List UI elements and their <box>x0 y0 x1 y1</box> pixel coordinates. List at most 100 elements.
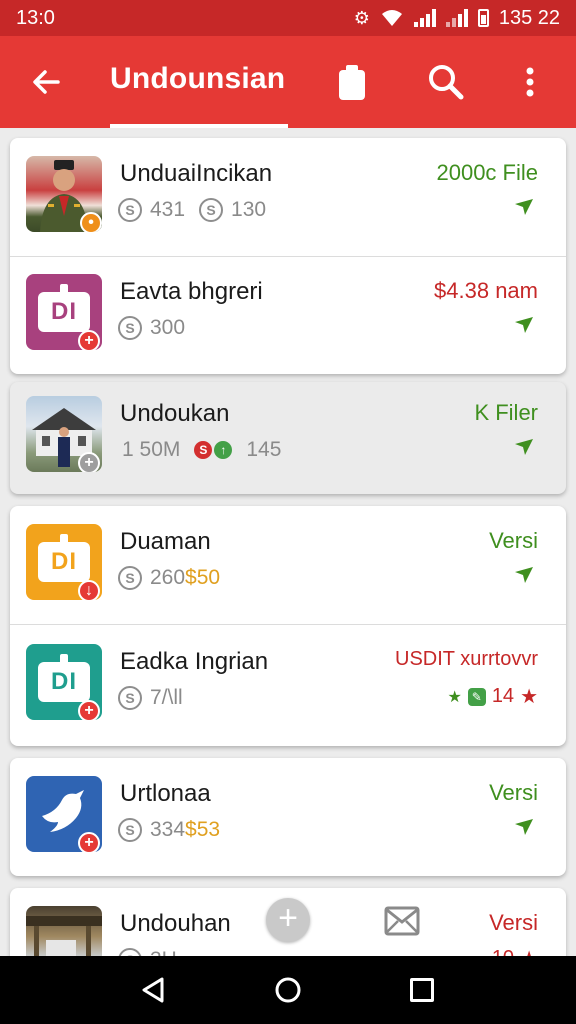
send-check-icon <box>515 567 533 583</box>
item-title: Urtlonaa <box>120 780 211 807</box>
item-meta-value: 7/\ll <box>150 686 183 709</box>
list-card: + Urtlonaa S 334 $53 Versi <box>10 758 566 876</box>
app-logo: DI <box>38 534 90 582</box>
item-price: $53 <box>185 818 221 841</box>
item-badge: + <box>78 832 100 852</box>
settings-gear-icon: ⚙ <box>353 8 370 28</box>
red-coin-icon: S <box>194 441 213 459</box>
item-title: Eadka Ingrian <box>120 648 269 675</box>
item-meta-value: 431 <box>150 198 186 221</box>
green-coin-icon: ✎ <box>467 687 486 706</box>
more-vert-icon[interactable] <box>516 62 544 102</box>
item-price: $50 <box>185 566 221 589</box>
clipboard-icon[interactable] <box>334 62 370 102</box>
item-meta-value: 334 <box>150 818 186 841</box>
green-coin-icon: ↑ <box>214 441 233 459</box>
item-meta-value: 260 <box>150 566 186 589</box>
item-meta: S 7/\ll <box>118 686 183 710</box>
item-title: Duaman <box>120 528 211 555</box>
status-icons: ⚙ 135 22 <box>354 7 560 30</box>
item-thumbnail: + <box>26 396 102 472</box>
item-right-label: 2000c File <box>436 160 538 185</box>
coin-icon: S <box>118 198 142 222</box>
app-logo: DI <box>38 654 90 702</box>
item-right-label: K Filer <box>474 400 538 425</box>
item-thumbnail: DI + <box>26 644 102 720</box>
item-right-label: Versi <box>489 780 538 805</box>
item-meta-value: 1 50M <box>122 438 181 461</box>
item-meta: S 260 $50 <box>118 566 220 590</box>
item-badge: ↓ <box>78 580 100 600</box>
item-right-label: Versi <box>489 910 538 935</box>
coin-icon: S <box>199 198 224 222</box>
coin-icon: S <box>118 818 142 842</box>
list-item[interactable]: + Urtlonaa S 334 $53 Versi <box>10 758 566 876</box>
item-badge: • <box>80 212 102 232</box>
item-meta-value: 3H <box>150 948 177 956</box>
item-title: UnduaiIncikan <box>120 160 273 187</box>
wifi-icon <box>381 10 402 26</box>
item-right-sub: 10 <box>492 947 514 956</box>
search-icon[interactable] <box>426 62 466 102</box>
item-right-label: $4.38 nam <box>434 278 538 303</box>
app-list[interactable]: • UnduaiIncikan S 431 S 130 2000c File D… <box>0 128 576 956</box>
item-meta: S 334 $53 <box>118 818 220 842</box>
nav-back-icon[interactable] <box>140 976 166 1004</box>
list-card: DI ↓ Duaman S 260 $50 Versi DI + Eadka I… <box>10 506 566 746</box>
list-item[interactable]: • UnduaiIncikan S 431 S 130 2000c File <box>10 138 566 256</box>
star-icon: ★ <box>520 686 538 708</box>
item-right-icons: ★ ✎ 14 ★ <box>447 684 538 709</box>
item-badge: + <box>78 330 100 350</box>
item-meta: S 431 S 130 <box>118 198 266 222</box>
item-thumbnail <box>26 906 102 956</box>
item-meta-value-2: 145 <box>246 438 282 461</box>
signal-icon <box>413 9 436 27</box>
add-fab-button[interactable]: + <box>266 898 310 942</box>
item-meta: S 300 <box>118 316 185 340</box>
item-meta-value: 300 <box>150 316 186 339</box>
star-icon: ★ <box>520 946 538 956</box>
list-item[interactable]: DI + Eadka Ingrian S 7/\ll USDIT xurrtov… <box>10 626 566 744</box>
app-title: Undounsian <box>110 62 286 95</box>
status-bar: 13:0 ⚙ 135 22 <box>0 0 576 36</box>
item-right-icons: 10 ★ <box>492 946 538 956</box>
list-card: + Undoukan 1 50M S ↑ 145 K Filer <box>10 382 566 494</box>
app-logo: DI <box>38 284 90 332</box>
list-item[interactable]: + Undoukan 1 50M S ↑ 145 K Filer <box>10 382 566 494</box>
coin-icon: S <box>118 686 142 710</box>
item-title: Eavta bhgreri <box>120 278 263 305</box>
item-thumbnail: DI ↓ <box>26 524 102 600</box>
list-item[interactable]: DI + Eavta bhgreri S 300 $4.38 nam <box>10 256 566 374</box>
item-thumbnail: DI + <box>26 274 102 350</box>
item-badge: + <box>78 452 100 472</box>
send-check-icon <box>515 819 533 835</box>
mail-icon[interactable] <box>384 904 420 938</box>
signal-icon-2 <box>445 9 468 27</box>
item-right-label: Versi <box>489 528 538 553</box>
item-meta: 1 50M S ↑ 145 <box>122 438 281 462</box>
item-thumbnail: • <box>26 156 102 232</box>
status-time: 13:0 <box>16 6 55 29</box>
item-right-sub: 14 <box>491 685 515 707</box>
divider <box>10 624 566 625</box>
list-card: • UnduaiIncikan S 431 S 130 2000c File D… <box>10 138 566 374</box>
nav-home-icon[interactable] <box>274 976 302 1004</box>
app-bar: Undounsian <box>0 36 576 128</box>
coin-icon: S <box>118 316 142 340</box>
status-right-text: 135 22 <box>498 6 560 29</box>
battery-icon <box>477 9 489 27</box>
item-right-label: USDIT xurrtovvr <box>395 648 538 670</box>
item-title: Undoukan <box>120 400 230 427</box>
item-thumbnail: + <box>26 776 102 852</box>
send-check-icon <box>515 317 533 333</box>
list-item[interactable]: DI ↓ Duaman S 260 $50 Versi <box>10 506 566 624</box>
coin-icon: S <box>118 948 142 956</box>
nav-recents-icon[interactable] <box>410 978 434 1002</box>
back-arrow-icon[interactable] <box>28 64 64 100</box>
item-meta-value-2: 130 <box>231 198 267 221</box>
item-title: Undouhan <box>120 910 231 937</box>
star-icon: ★ <box>447 688 462 706</box>
send-check-icon <box>515 439 533 455</box>
item-meta: S 3H <box>118 948 177 956</box>
send-check-icon <box>515 199 533 215</box>
